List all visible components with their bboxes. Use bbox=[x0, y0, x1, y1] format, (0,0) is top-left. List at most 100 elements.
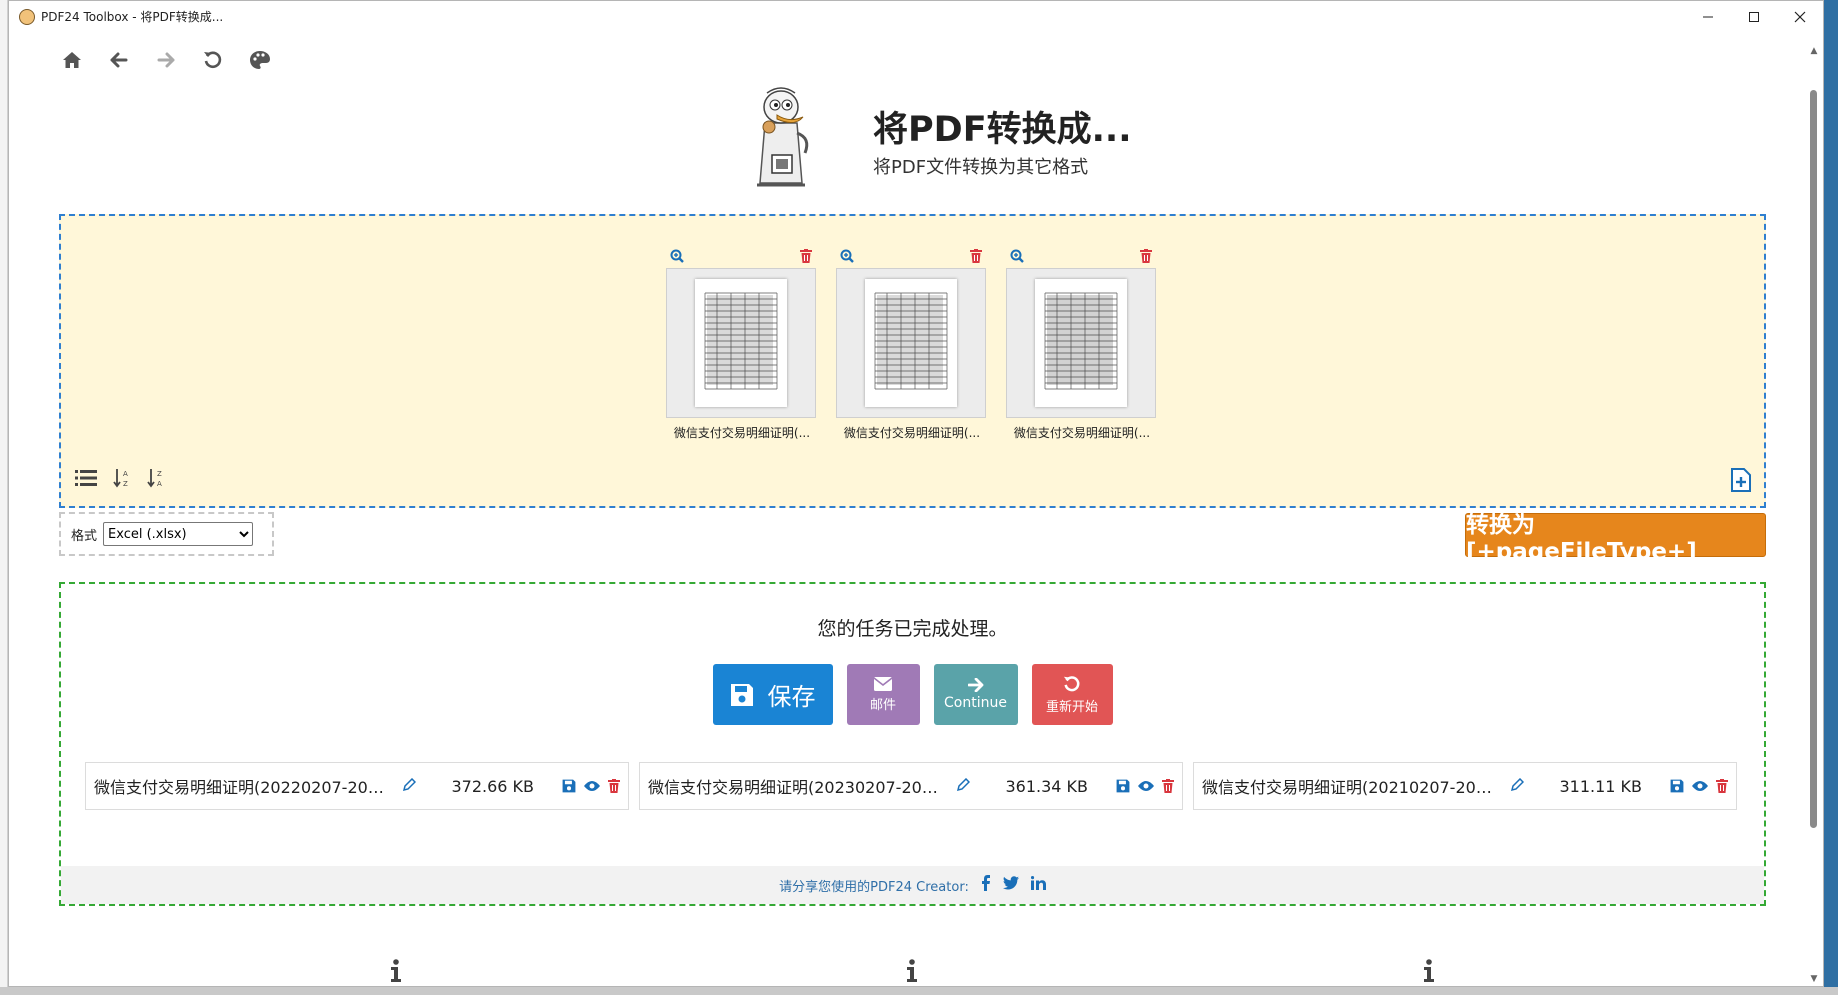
download-button[interactable] bbox=[1116, 779, 1130, 793]
restart-label: 重新开始 bbox=[1045, 699, 1098, 715]
forward-arrow-icon bbox=[157, 52, 175, 68]
theme-button[interactable] bbox=[249, 49, 271, 71]
vertical-scrollbar[interactable]: ▲ ▼ bbox=[1805, 32, 1823, 986]
twitter-share-button[interactable] bbox=[1002, 876, 1019, 894]
result-file-name: 微信支付交易明细证明(20210207-2022... bbox=[1202, 778, 1502, 797]
file-card[interactable]: 微信支付交易明细证明(... bbox=[1006, 246, 1158, 441]
trash-icon[interactable] bbox=[800, 248, 812, 267]
scroll-down-arrow[interactable]: ▼ bbox=[1809, 974, 1819, 984]
trash-icon bbox=[1716, 779, 1728, 793]
reload-icon bbox=[204, 51, 222, 69]
list-icon bbox=[75, 470, 97, 486]
theme-icon bbox=[250, 51, 270, 69]
mail-button[interactable]: 邮件 bbox=[846, 664, 920, 725]
share-text: 请分享您使用的PDF24 Creator: bbox=[779, 879, 969, 895]
zoom-icon[interactable] bbox=[670, 248, 684, 267]
delete-button[interactable] bbox=[1162, 779, 1174, 793]
format-option-box: 格式 Excel (.xlsx) bbox=[59, 512, 274, 556]
sort-az-icon: AZ bbox=[113, 469, 128, 488]
preview-button[interactable] bbox=[584, 780, 600, 792]
desktop-background bbox=[1824, 0, 1838, 995]
facebook-share-button[interactable] bbox=[981, 875, 991, 895]
file-name: 微信支付交易明细证明(... bbox=[1013, 426, 1151, 440]
trash-icon[interactable] bbox=[1140, 248, 1152, 267]
save-button[interactable]: 保存 bbox=[712, 664, 833, 725]
maximize-button[interactable] bbox=[1731, 1, 1777, 32]
continue-button[interactable]: Continue bbox=[933, 664, 1018, 725]
share-bar: 请分享您使用的PDF24 Creator: bbox=[61, 866, 1764, 904]
rename-button[interactable] bbox=[1510, 777, 1525, 796]
background-window-strip bbox=[0, 0, 8, 995]
linkedin-icon bbox=[1030, 876, 1046, 890]
file-card[interactable]: 微信支付交易明细证明(... bbox=[666, 246, 818, 441]
list-view-button[interactable] bbox=[75, 470, 97, 490]
add-file-button[interactable] bbox=[1730, 468, 1752, 496]
rename-button[interactable] bbox=[956, 777, 971, 796]
linkedin-share-button[interactable] bbox=[1030, 876, 1046, 894]
info-icon[interactable] bbox=[905, 959, 919, 986]
file-drop-zone[interactable]: 微信支付交易明细证明(... 微信支付交易明细证明(... 微信支付交易明细证明… bbox=[59, 214, 1766, 508]
trash-icon[interactable] bbox=[970, 248, 982, 267]
pencil-icon bbox=[402, 777, 417, 791]
delete-button[interactable] bbox=[608, 779, 620, 793]
eye-icon bbox=[1138, 781, 1154, 791]
result-file-size: 311.11 KB bbox=[1559, 776, 1642, 796]
mail-label: 邮件 bbox=[869, 697, 896, 713]
result-file-item: 微信支付交易明细证明(20210207-2022... 311.11 KB bbox=[1193, 762, 1737, 810]
scroll-thumb[interactable] bbox=[1810, 90, 1817, 828]
delete-button[interactable] bbox=[1716, 779, 1728, 793]
taskbar-edge bbox=[0, 987, 1838, 995]
home-icon bbox=[63, 52, 81, 68]
twitter-icon bbox=[1002, 876, 1019, 890]
nav-toolbar bbox=[61, 49, 271, 71]
result-file-item: 微信支付交易明细证明(20230207-2024... 361.34 KB bbox=[639, 762, 1183, 810]
close-icon bbox=[1794, 11, 1806, 22]
preview-button[interactable] bbox=[1692, 780, 1708, 792]
format-label: 格式 bbox=[71, 528, 98, 544]
convert-button[interactable]: 转换为[+pageFileType+] bbox=[1465, 512, 1766, 565]
result-actions: 保存 邮件 Continue 重新开始 bbox=[61, 664, 1764, 725]
zoom-icon[interactable] bbox=[840, 248, 854, 267]
eye-icon bbox=[584, 781, 600, 791]
continue-label: Continue bbox=[944, 695, 1007, 711]
page-header: 将PDF转换成... 将PDF文件转换为其它格式 bbox=[747, 83, 1187, 198]
maximize-icon bbox=[1749, 11, 1759, 22]
info-icon[interactable] bbox=[389, 959, 403, 986]
reload-button[interactable] bbox=[202, 49, 224, 71]
save-icon bbox=[730, 683, 753, 706]
forward-button[interactable] bbox=[155, 49, 177, 71]
page-subtitle: 将PDF文件转换为其它格式 bbox=[873, 157, 1089, 178]
eye-icon bbox=[1692, 781, 1708, 791]
arrow-right-icon bbox=[967, 678, 983, 692]
format-select[interactable]: Excel (.xlsx) bbox=[103, 522, 254, 546]
sort-az-button[interactable]: AZ bbox=[113, 468, 131, 492]
restart-button[interactable]: 重新开始 bbox=[1031, 664, 1113, 725]
file-name: 微信支付交易明细证明(... bbox=[843, 426, 981, 440]
app-window: PDF24 Toolbox - 将PDF转换成... 将PDF转换成... 将P… bbox=[8, 0, 1824, 987]
window-title: PDF24 Toolbox - 将PDF转换成... bbox=[41, 10, 224, 24]
info-icon[interactable] bbox=[1422, 959, 1436, 986]
app-logo-icon bbox=[19, 8, 35, 25]
file-card[interactable]: 微信支付交易明细证明(... bbox=[836, 246, 988, 441]
close-button[interactable] bbox=[1777, 1, 1823, 32]
title-bar: PDF24 Toolbox - 将PDF转换成... bbox=[9, 1, 1823, 32]
preview-button[interactable] bbox=[1138, 780, 1154, 792]
sort-za-button[interactable]: ZA bbox=[147, 468, 165, 492]
back-arrow-icon bbox=[110, 52, 128, 68]
result-file-list: 微信支付交易明细证明(20220207-2023... 372.66 KB 微信… bbox=[85, 762, 1737, 810]
back-button[interactable] bbox=[108, 49, 130, 71]
save-icon bbox=[562, 779, 576, 793]
download-button[interactable] bbox=[562, 779, 576, 793]
save-icon bbox=[1116, 779, 1130, 793]
scroll-up-arrow[interactable]: ▲ bbox=[1809, 46, 1819, 56]
svg-text:Z: Z bbox=[123, 480, 128, 488]
rename-button[interactable] bbox=[402, 777, 417, 796]
minimize-button[interactable] bbox=[1685, 1, 1731, 32]
download-button[interactable] bbox=[1670, 779, 1684, 793]
result-file-size: 372.66 KB bbox=[451, 776, 534, 796]
result-panel: 您的任务已完成处理。 保存 邮件 Continue 重新开始 微信支付交易明细证… bbox=[59, 582, 1766, 906]
zoom-icon[interactable] bbox=[1010, 248, 1024, 267]
trash-icon bbox=[1162, 779, 1174, 793]
home-button[interactable] bbox=[61, 49, 83, 71]
svg-text:A: A bbox=[123, 470, 128, 478]
